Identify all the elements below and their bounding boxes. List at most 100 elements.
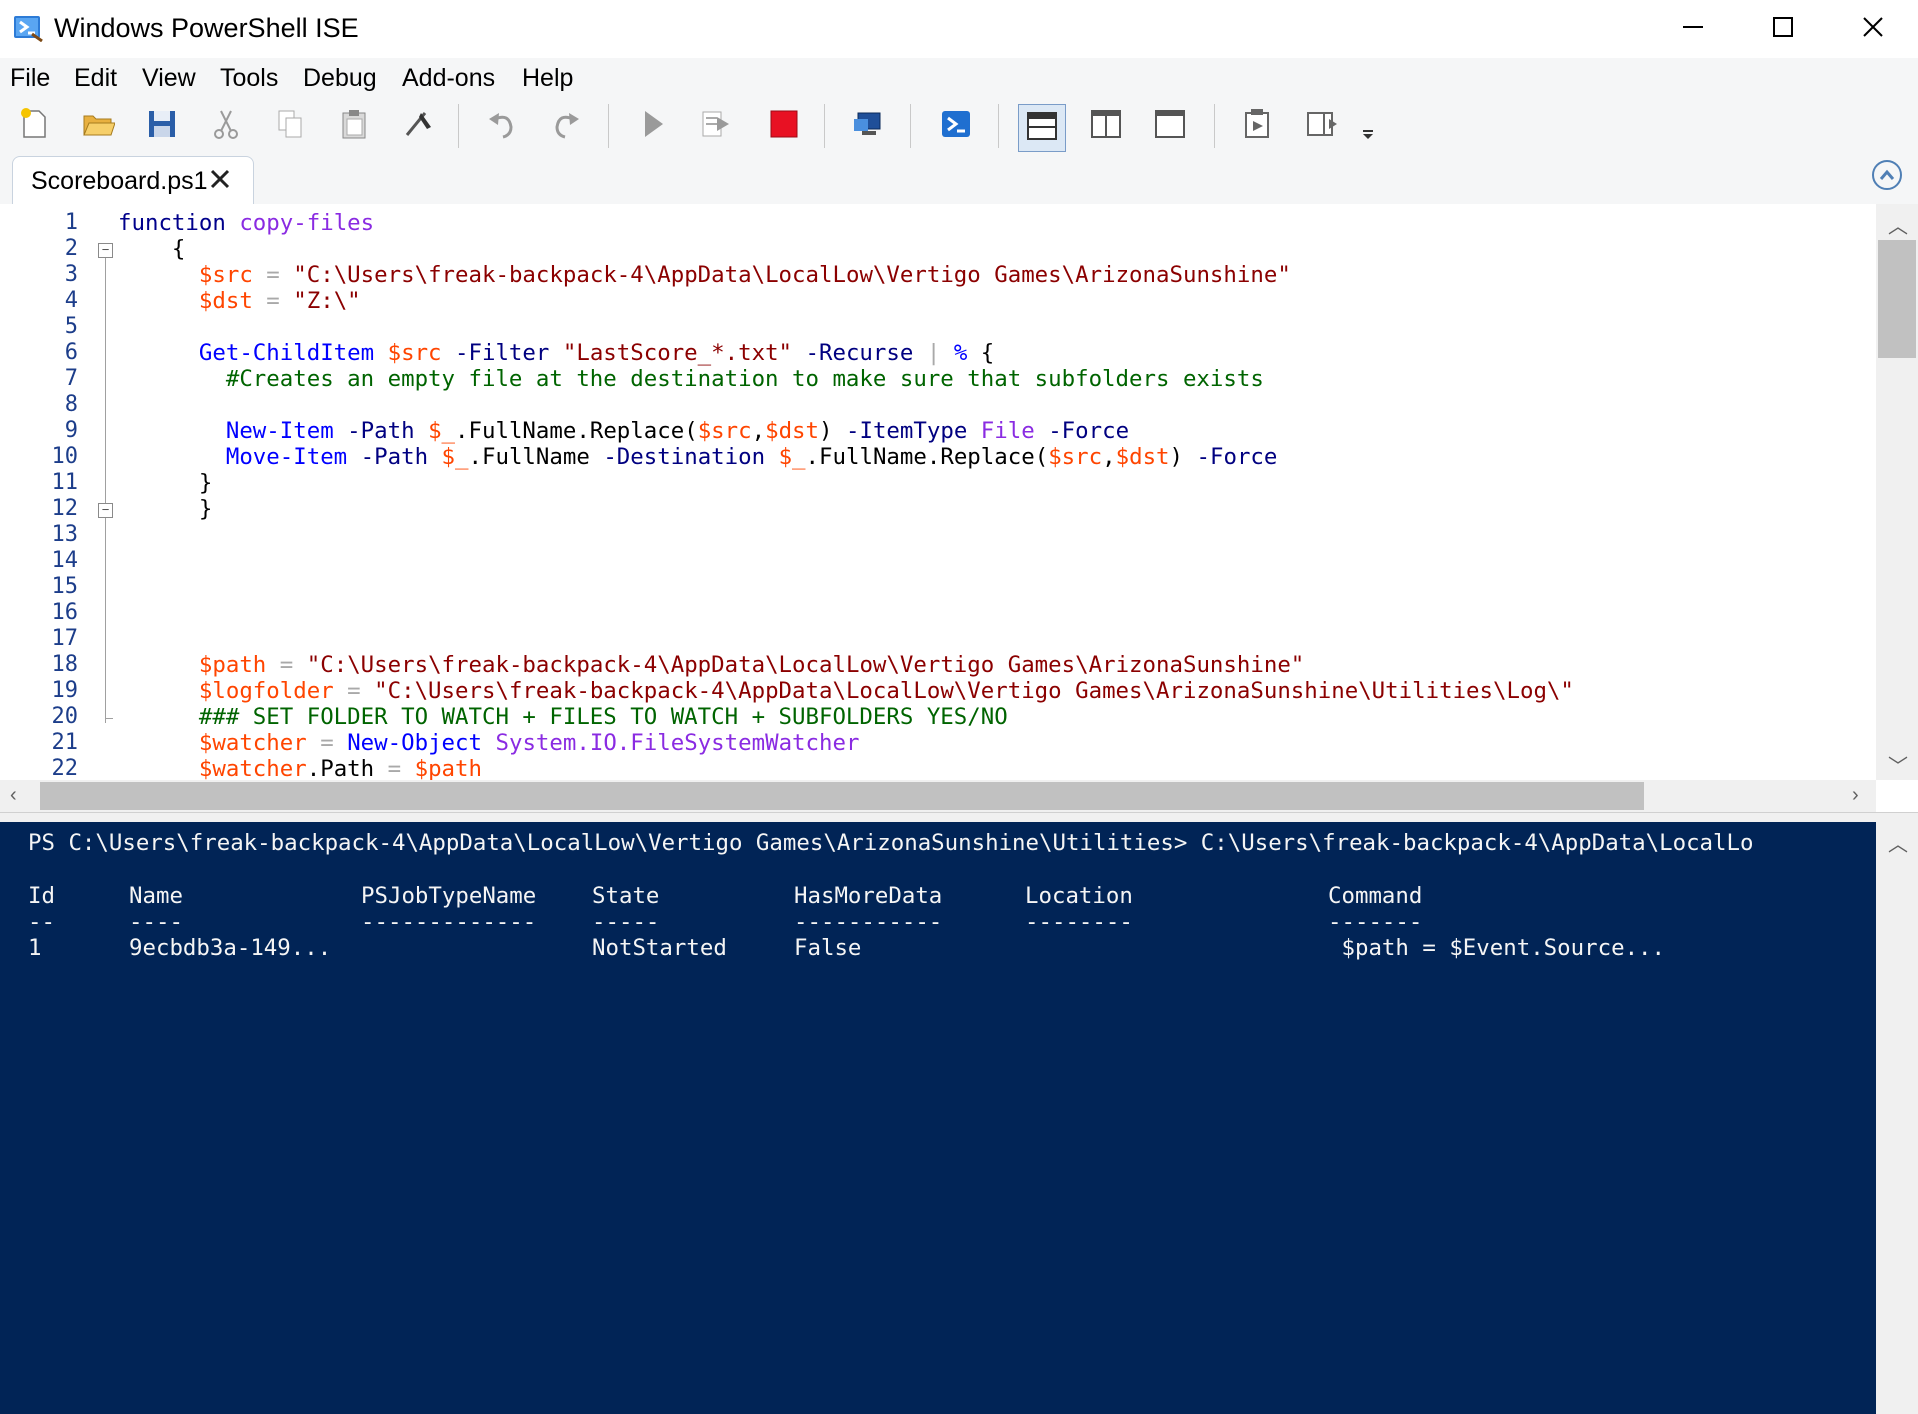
paste-icon [337,107,371,146]
editor-vertical-scrollbar[interactable]: ︿ ﹀ [1876,204,1918,780]
line-number: 12 [51,496,79,521]
menu-add-ons[interactable]: Add-ons [402,64,495,93]
code-line[interactable]: $src = "C:\Users\freak-backpack-4\AppDat… [118,262,1291,288]
start-powershell-button[interactable] [934,104,978,148]
code-token: $path [118,652,267,678]
code-token: System.IO.FileSystemWatcher [495,730,860,756]
line-number: 2 [64,236,78,261]
line-number: 15 [51,574,79,599]
copy-button[interactable] [268,104,312,148]
minimize-icon [1682,12,1704,46]
show-script-pane-maximized-button[interactable] [1148,104,1192,148]
save-button[interactable] [140,104,184,148]
code-token: $path [414,756,482,782]
code-token: $logfolder [118,678,334,704]
redo-icon [549,107,583,146]
menu-view[interactable]: View [142,64,196,93]
code-line[interactable]: { [118,236,186,262]
column-header-hasmoredata: HasMoreData [794,883,943,909]
run-selection-button[interactable] [694,104,738,148]
redo-button[interactable] [544,104,588,148]
code-line[interactable]: Move-Item -Path $_.FullName -Destination… [118,444,1278,470]
editor-horizontal-scrollbar[interactable]: ‹ › [0,780,1876,812]
cut-button[interactable] [204,104,248,148]
show-script-pane-right-button[interactable] [1084,104,1128,148]
fold-toggle[interactable]: − [98,503,113,518]
code-token: = [333,678,375,704]
open-button[interactable] [76,104,120,148]
tab-close-button[interactable] [209,161,231,197]
run-script-button[interactable] [630,104,674,148]
column-header-name: Name [129,883,183,909]
close-icon [1862,12,1884,46]
code-token: .FullName.Replace( [805,444,1049,470]
new-file-button[interactable] [12,104,56,148]
editor-vertical-scrollbar-thumb[interactable] [1878,240,1916,358]
code-token: { [118,236,186,262]
show-command-addon-button[interactable] [1300,104,1344,148]
menu-help[interactable]: Help [522,64,573,93]
line-number: 18 [51,652,79,677]
show-script-pane-maximized-icon [1153,107,1187,146]
toolbar-overflow-button[interactable] [1356,104,1380,148]
code-line[interactable]: #Creates an empty file at the destinatio… [118,366,1264,392]
code-token: | [926,340,954,366]
editor-horizontal-scrollbar-thumb[interactable] [40,782,1644,810]
line-number: 1 [64,210,78,235]
fold-guide-line [105,258,106,723]
code-token: $dst [765,418,820,444]
console-pane[interactable]: PS C:\Users\freak-backpack-4\AppData\Loc… [0,822,1876,1414]
menu-tools[interactable]: Tools [220,64,278,93]
new-remote-powershell-tab-button[interactable] [846,104,890,148]
code-line[interactable]: } [118,496,213,522]
code-line[interactable]: Get-ChildItem $src -Filter "LastScore_*.… [118,340,994,366]
scroll-left-arrow-icon[interactable]: ‹ [10,784,17,807]
line-number: 9 [64,418,78,443]
code-line[interactable]: $path = "C:\Users\freak-backpack-4\AppDa… [118,652,1304,678]
code-token: $_ [428,418,456,444]
script-editor[interactable]: 1 2 3 4 5 6 7 8 9 10 11 12 13 14 15 16 17 18 19 20 21 22 func… [0,204,1918,782]
stop-button[interactable] [762,104,806,148]
tab-scoreboard[interactable]: Scoreboard.ps1 [12,156,254,205]
code-token: ### SET FOLDER TO WATCH + FILES TO WATCH… [118,704,1008,730]
code-line[interactable]: $watcher.Path = $path [118,756,482,782]
collapse-script-pane-button[interactable] [1872,160,1902,190]
clear-console-button[interactable] [396,104,440,148]
code-line[interactable]: $watcher = New-Object System.IO.FileSyst… [118,730,860,756]
separator-location: -------- [1025,909,1133,935]
line-number: 13 [51,522,79,547]
window-title: Windows PowerShell ISE [54,13,359,43]
close-button[interactable] [1828,0,1918,58]
menu-file[interactable]: File [10,64,50,93]
scroll-up-arrow-icon[interactable]: ︿ [1888,828,1908,857]
column-header-location: Location [1025,883,1133,909]
code-token: "C:\Users\freak-backpack-4\AppData\Local… [374,678,1574,704]
code-line[interactable]: ### SET FOLDER TO WATCH + FILES TO WATCH… [118,704,1008,730]
show-command-window-button[interactable] [1236,104,1280,148]
scroll-down-arrow-icon[interactable]: ﹀ [1888,750,1908,779]
code-line[interactable]: function copy-files [118,210,374,236]
maximize-button[interactable] [1738,0,1828,58]
code-line[interactable]: $dst = "Z:\" [118,288,361,314]
code-token: .FullName [468,444,604,470]
menu-edit[interactable]: Edit [74,64,117,93]
minimize-button[interactable] [1648,0,1738,58]
show-command-window-icon [1241,107,1275,146]
code-token: $src [118,262,253,288]
code-token: -Force [1048,418,1130,444]
code-token: Move-Item [118,444,361,470]
undo-button[interactable] [480,104,524,148]
fold-toggle[interactable]: − [98,243,113,258]
code-line[interactable]: } [118,470,213,496]
paste-button[interactable] [332,104,376,148]
scroll-right-arrow-icon[interactable]: › [1852,784,1859,807]
code-line[interactable]: $logfolder = "C:\Users\freak-backpack-4\… [118,678,1574,704]
menu-debug[interactable]: Debug [303,64,377,93]
code-line[interactable]: New-Item -Path $_.FullName.Replace($src,… [118,418,1129,444]
job-command-cell: $path = $Event.Source... [1328,935,1666,961]
column-header-psjobtypename: PSJobTypeName [361,883,537,909]
toolbar-separator [1214,104,1215,148]
console-vertical-scrollbar[interactable]: ︿ [1876,822,1918,1414]
show-script-pane-top-button[interactable] [1018,104,1066,152]
scroll-up-arrow-icon[interactable]: ︿ [1888,210,1908,239]
